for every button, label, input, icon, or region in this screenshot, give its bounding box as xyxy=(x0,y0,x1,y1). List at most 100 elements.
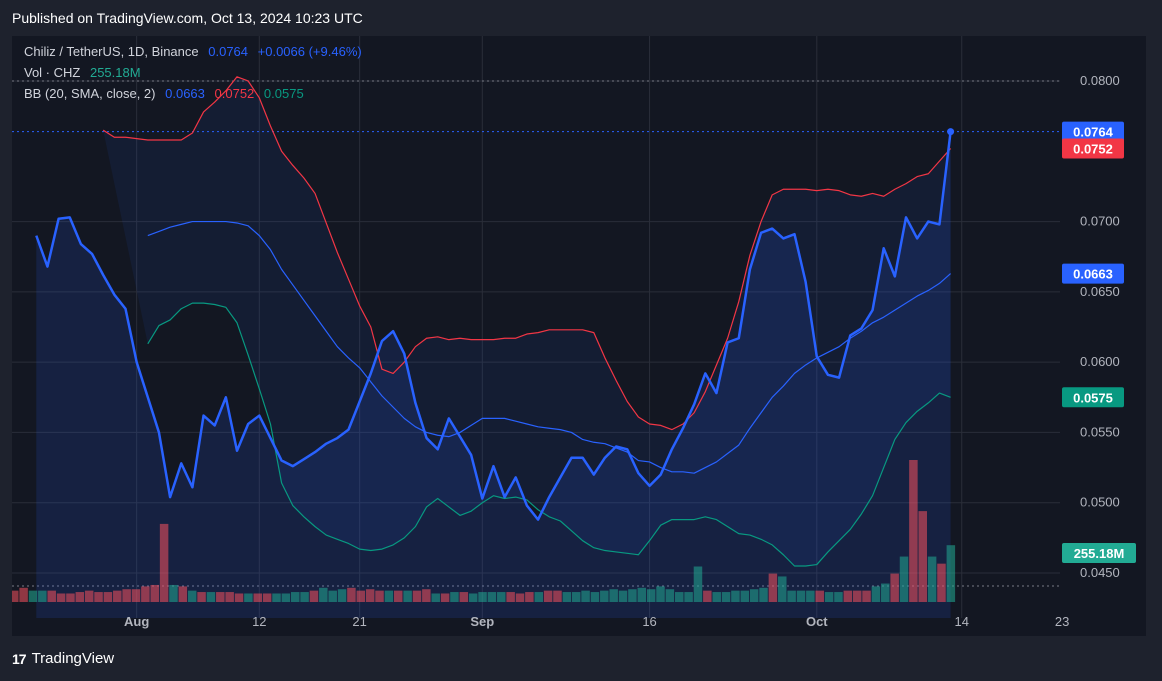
volume-bar xyxy=(38,590,47,602)
last-price-dot xyxy=(947,128,955,136)
volume-bar xyxy=(384,590,394,602)
volume-bar xyxy=(328,590,337,602)
volume-bar xyxy=(356,590,366,602)
legend-volume-row: Vol · CHZ 255.18M xyxy=(24,65,147,80)
volume-bar xyxy=(440,593,450,602)
legend-volume-label: Vol · CHZ xyxy=(24,65,81,80)
volume-bar xyxy=(169,584,178,602)
tradingview-brand: TradingView xyxy=(31,650,115,667)
published-header: Published on TradingView.com, Oct 13, 20… xyxy=(12,10,363,26)
x-tick-label: 16 xyxy=(642,614,656,629)
volume-bar xyxy=(646,589,656,602)
legend-symbol-row: Chiliz / TetherUS, 1D, Binance 0.0764 +0… xyxy=(24,44,368,59)
legend-symbol: Chiliz / TetherUS, 1D, Binance xyxy=(24,44,199,59)
volume-bar xyxy=(749,589,759,602)
y-tick-label: 0.0800 xyxy=(1080,73,1120,88)
volume-bar xyxy=(19,587,28,602)
volume-bar xyxy=(946,545,956,602)
volume-bar xyxy=(515,593,525,602)
volume-bar xyxy=(674,592,684,602)
volume-bar xyxy=(600,590,609,602)
volume-bar xyxy=(890,573,899,602)
volume-bar xyxy=(262,593,272,602)
volume-bar xyxy=(103,592,113,602)
x-tick-label: 23 xyxy=(1055,614,1069,629)
volume-bar xyxy=(759,587,768,602)
price-badge-label: 0.0764 xyxy=(1073,125,1114,140)
legend-bb-upper: 0.0752 xyxy=(214,86,255,101)
volume-bar xyxy=(347,587,356,602)
volume-bar xyxy=(487,592,497,602)
volume-bar xyxy=(637,587,647,602)
y-tick-label: 0.0650 xyxy=(1080,284,1120,299)
volume-bar xyxy=(309,590,319,602)
volume-bar xyxy=(141,586,150,602)
volume-bar xyxy=(47,590,56,602)
volume-bar xyxy=(927,556,937,602)
volume-bar xyxy=(684,592,693,602)
volume-bar xyxy=(159,523,169,602)
volume-bar xyxy=(534,592,543,602)
price-chart[interactable]: 0.0800 0.0700 0.0650 0.0600 0.0550 0.0500 0.04… xyxy=(12,36,1146,636)
volume-bar xyxy=(571,592,581,602)
volume-bar xyxy=(150,584,159,602)
volume-bar xyxy=(824,592,834,602)
volume-bar xyxy=(712,592,721,602)
volume-bar xyxy=(506,592,515,602)
volume-bar xyxy=(75,592,85,602)
volume-bar xyxy=(815,590,824,602)
legend-change: +0.0066 (+9.46%) xyxy=(257,44,362,59)
y-tick-label: 0.0600 xyxy=(1080,354,1120,369)
legend-bb-label: BB (20, SMA, close, 2) xyxy=(24,86,156,101)
volume-bar xyxy=(703,590,712,602)
volume-bar xyxy=(468,593,478,602)
volume-bar xyxy=(731,590,740,602)
volume-bar xyxy=(337,589,347,602)
x-tick-label: 21 xyxy=(352,614,366,629)
volume-bar xyxy=(431,593,440,602)
price-badge-label: 0.0575 xyxy=(1073,390,1113,405)
volume-bar xyxy=(450,592,459,602)
x-tick-label: 14 xyxy=(955,614,969,629)
volume-bar xyxy=(365,589,375,602)
legend-price: 0.0764 xyxy=(208,44,249,59)
volume-bar xyxy=(787,590,796,602)
volume-bar xyxy=(581,590,590,602)
volume-bar xyxy=(590,592,600,602)
y-tick-label: 0.0500 xyxy=(1080,495,1120,510)
volume-bar xyxy=(197,592,206,602)
volume-bar xyxy=(412,590,422,602)
volume-bar xyxy=(768,573,778,602)
x-tick-label: Sep xyxy=(470,614,494,629)
x-tick-label: 12 xyxy=(252,614,266,629)
volume-bar xyxy=(497,592,506,602)
volume-bar xyxy=(834,592,843,602)
volume-bar xyxy=(796,590,806,602)
volume-bar xyxy=(562,592,572,602)
volume-bar xyxy=(525,592,534,602)
volume-bar xyxy=(66,593,75,602)
volume-bar xyxy=(881,583,890,602)
volume-bar xyxy=(553,590,562,602)
volume-bar xyxy=(899,556,909,602)
volume-bar xyxy=(234,593,244,602)
time-axis xyxy=(12,618,1146,636)
chart-frame[interactable]: 0.0800 0.0700 0.0650 0.0600 0.0550 0.0500 0.04… xyxy=(12,36,1146,636)
volume-bar xyxy=(113,590,122,602)
volume-bar xyxy=(206,592,216,602)
volume-bar xyxy=(253,593,263,602)
volume-bar xyxy=(244,593,253,602)
y-tick-label: 0.0700 xyxy=(1080,214,1120,229)
tradingview-logo-icon: 17 xyxy=(12,650,27,667)
volume-bar xyxy=(478,592,487,602)
volume-bar xyxy=(740,590,750,602)
volume-bar xyxy=(918,511,928,602)
volume-bar xyxy=(319,587,328,602)
volume-bar xyxy=(862,590,871,602)
volume-bar xyxy=(216,592,225,602)
price-badge-label: 0.0663 xyxy=(1073,267,1113,282)
x-tick-label: Aug xyxy=(124,614,149,629)
tradingview-footer[interactable]: 17 TradingView xyxy=(12,650,114,667)
volume-bar xyxy=(225,592,234,602)
volume-bar xyxy=(843,590,853,602)
